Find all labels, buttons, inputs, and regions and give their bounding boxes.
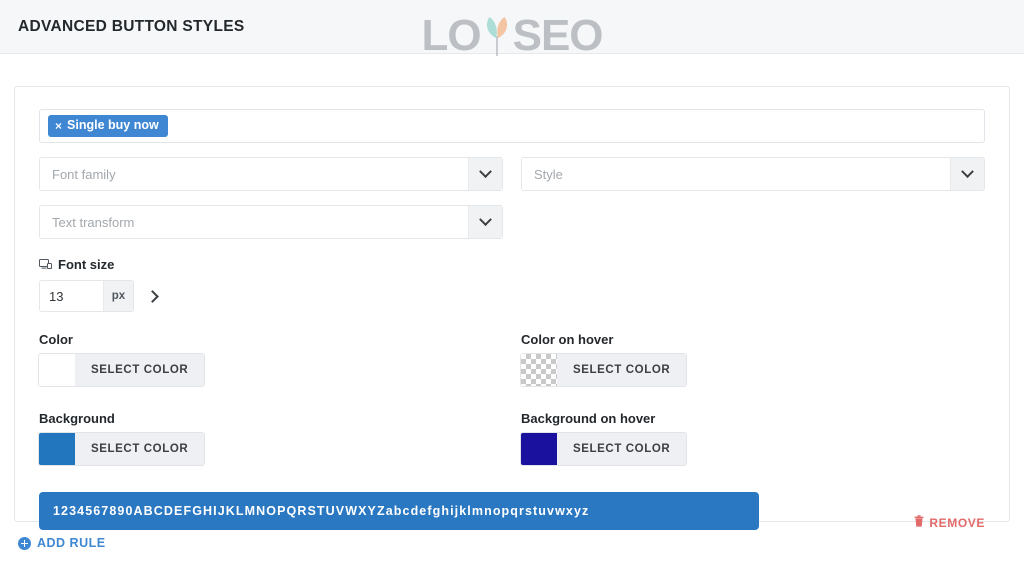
font-family-value[interactable]: Font family [40, 158, 468, 190]
font-family-col: Font family [39, 157, 503, 191]
font-size-unit[interactable]: px [103, 281, 133, 311]
font-size-label-row: Font size [39, 257, 985, 272]
logo-text-after: SEO [512, 11, 604, 60]
font-row: Font family Style [39, 157, 985, 191]
color-on-hover-label: Color on hover [521, 332, 614, 347]
page-header: ADVANCED BUTTON STYLES LO SEO [0, 0, 1024, 58]
color-on-hover-col: Color on hover SELECT COLOR [521, 332, 985, 391]
preview-row: 1234567890ABCDEFGHIJKLMNOPQRSTUVWXYZabcd… [39, 492, 759, 530]
plus-circle-icon [18, 536, 31, 550]
page-title: ADVANCED BUTTON STYLES [18, 17, 245, 35]
background-swatch[interactable] [39, 433, 75, 465]
rule-block: × Single buy now Font family Style Text … [39, 109, 985, 530]
chevron-down-icon[interactable] [468, 158, 502, 190]
select-color-button[interactable]: SELECT COLOR [557, 354, 687, 386]
tag-label: Single buy now [67, 118, 159, 132]
font-size-label: Font size [58, 257, 115, 272]
color-row-background: Background SELECT COLOR Background on ho… [39, 411, 985, 470]
font-size-input-group[interactable]: px [39, 280, 134, 312]
tag-single-buy-now[interactable]: × Single buy now [48, 115, 168, 137]
color-on-hover-picker[interactable]: SELECT COLOR [521, 354, 687, 386]
desktop-icon[interactable] [39, 258, 52, 271]
remove-rule-button[interactable]: REMOVE [914, 515, 985, 530]
text-transform-row: Text transform [39, 205, 985, 239]
background-on-hover-col: Background on hover SELECT COLOR [521, 411, 985, 470]
text-transform-select[interactable]: Text transform [39, 205, 503, 239]
y-leaf-glyph [480, 14, 514, 58]
style-col: Style [521, 157, 985, 191]
trash-icon [914, 515, 924, 530]
background-picker[interactable]: SELECT COLOR [39, 433, 205, 465]
color-row-text: Color SELECT COLOR Color on hover SELECT… [39, 332, 985, 391]
rules-card: × Single buy now Font family Style Text … [14, 86, 1010, 530]
chevron-right-icon[interactable] [146, 289, 159, 303]
remove-label: REMOVE [929, 515, 985, 530]
spacer-col [521, 205, 985, 239]
font-size-controls: px [39, 280, 985, 312]
background-on-hover-label: Background on hover [521, 411, 656, 426]
color-on-hover-swatch[interactable] [521, 354, 557, 386]
chevron-down-icon[interactable] [950, 158, 984, 190]
background-on-hover-swatch[interactable] [521, 433, 557, 465]
background-on-hover-picker[interactable]: SELECT COLOR [521, 433, 687, 465]
color-section-primary: Color SELECT COLOR Color on hover SELECT… [39, 332, 985, 391]
style-select[interactable]: Style [521, 157, 985, 191]
background-label: Background [39, 411, 115, 426]
logo-text-before: LO [421, 11, 481, 60]
chevron-down-icon[interactable] [468, 206, 502, 238]
background-col: Background SELECT COLOR [39, 411, 503, 470]
color-col: Color SELECT COLOR [39, 332, 503, 391]
text-transform-col: Text transform [39, 205, 503, 239]
style-value[interactable]: Style [522, 158, 950, 190]
close-icon[interactable]: × [55, 120, 62, 132]
font-family-select[interactable]: Font family [39, 157, 503, 191]
select-color-button[interactable]: SELECT COLOR [75, 354, 205, 386]
add-rule-label: ADD RULE [37, 536, 106, 550]
text-transform-value[interactable]: Text transform [40, 206, 468, 238]
color-picker[interactable]: SELECT COLOR [39, 354, 205, 386]
button-preview[interactable]: 1234567890ABCDEFGHIJKLMNOPQRSTUVWXYZabcd… [39, 492, 759, 530]
selector-tags-field[interactable]: × Single buy now [39, 109, 985, 143]
select-color-button[interactable]: SELECT COLOR [75, 433, 205, 465]
add-rule-button[interactable]: ADD RULE [18, 536, 106, 550]
font-size-block: Font size px [39, 257, 985, 312]
font-size-input[interactable] [40, 281, 103, 311]
color-swatch[interactable] [39, 354, 75, 386]
select-color-button[interactable]: SELECT COLOR [557, 433, 687, 465]
preview-wrap: 1234567890ABCDEFGHIJKLMNOPQRSTUVWXYZabcd… [39, 470, 985, 530]
color-label: Color [39, 332, 73, 347]
color-section-background: Background SELECT COLOR Background on ho… [39, 411, 985, 470]
